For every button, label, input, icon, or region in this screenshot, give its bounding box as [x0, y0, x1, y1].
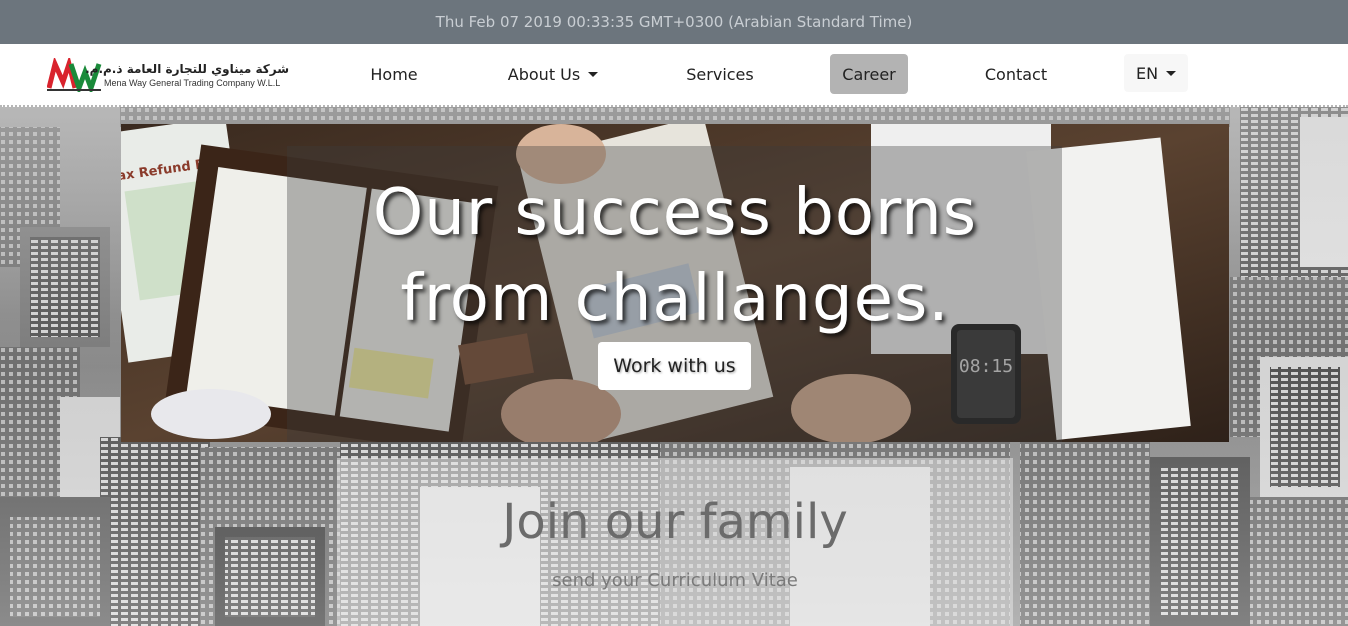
logo-english-name: Mena Way General Trading Company W.L.L — [104, 78, 281, 88]
hero-title: Our success borns from challanges. — [121, 170, 1229, 342]
nav-home[interactable]: Home — [352, 54, 436, 94]
date-time-banner: Thu Feb 07 2019 00:33:35 GMT+0300 (Arabi… — [0, 0, 1348, 44]
hero-title-line-2: from challanges. — [400, 262, 950, 336]
language-selector[interactable]: EN — [1124, 54, 1188, 92]
nav-about-us-label: About Us — [507, 64, 581, 84]
nav-home-label: Home — [370, 64, 418, 84]
join-title: Join our family — [502, 494, 848, 550]
nav-contact-label: Contact — [984, 64, 1048, 84]
language-label: EN — [1135, 63, 1159, 83]
nav-about-us[interactable]: About Us — [496, 54, 610, 94]
navbar: شركة ميناوي للتجارة العامة ذ.م.م. Mena W… — [0, 44, 1348, 107]
nav-services[interactable]: Services — [672, 54, 768, 94]
nav-career[interactable]: Career — [830, 54, 908, 94]
join-subtitle: send your Curriculum Vitae — [552, 570, 798, 591]
date-time-text: Thu Feb 07 2019 00:33:35 GMT+0300 (Arabi… — [435, 13, 913, 31]
company-logo[interactable]: شركة ميناوي للتجارة العامة ذ.م.م. Mena W… — [47, 58, 292, 92]
chevron-down-icon — [1166, 70, 1177, 76]
nav-services-label: Services — [686, 64, 754, 84]
nav-career-label: Career — [842, 64, 896, 84]
logo-arabic-name: شركة ميناوي للتجارة العامة ذ.م.م. — [85, 62, 289, 76]
work-with-us-button[interactable]: Work with us — [598, 342, 751, 390]
nav-contact[interactable]: Contact — [970, 54, 1062, 94]
chevron-down-icon — [588, 71, 599, 77]
hero-title-line-1: Our success borns — [372, 176, 978, 250]
join-panel: Join our family send your Curriculum Vit… — [337, 458, 1013, 626]
hero-banner: ax Refund Form 08:15 Our success borns f… — [121, 124, 1229, 442]
